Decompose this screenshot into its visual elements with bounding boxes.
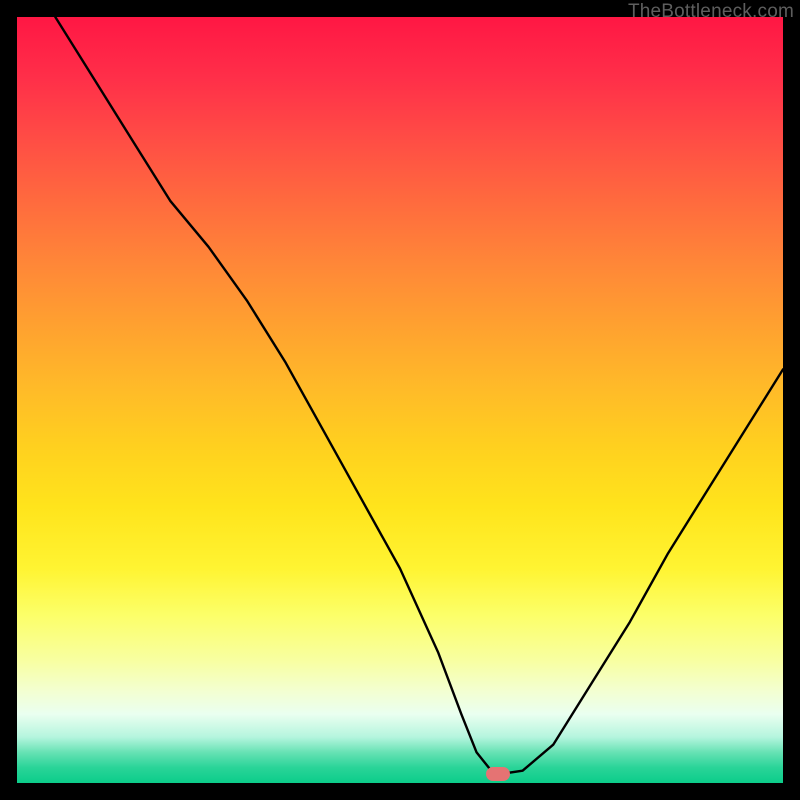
watermark-text: TheBottleneck.com: [628, 1, 794, 23]
optimal-marker: [486, 767, 510, 781]
chart-frame: TheBottleneck.com: [0, 0, 800, 800]
plot-area: [17, 17, 783, 783]
bottleneck-curve: [17, 17, 783, 783]
